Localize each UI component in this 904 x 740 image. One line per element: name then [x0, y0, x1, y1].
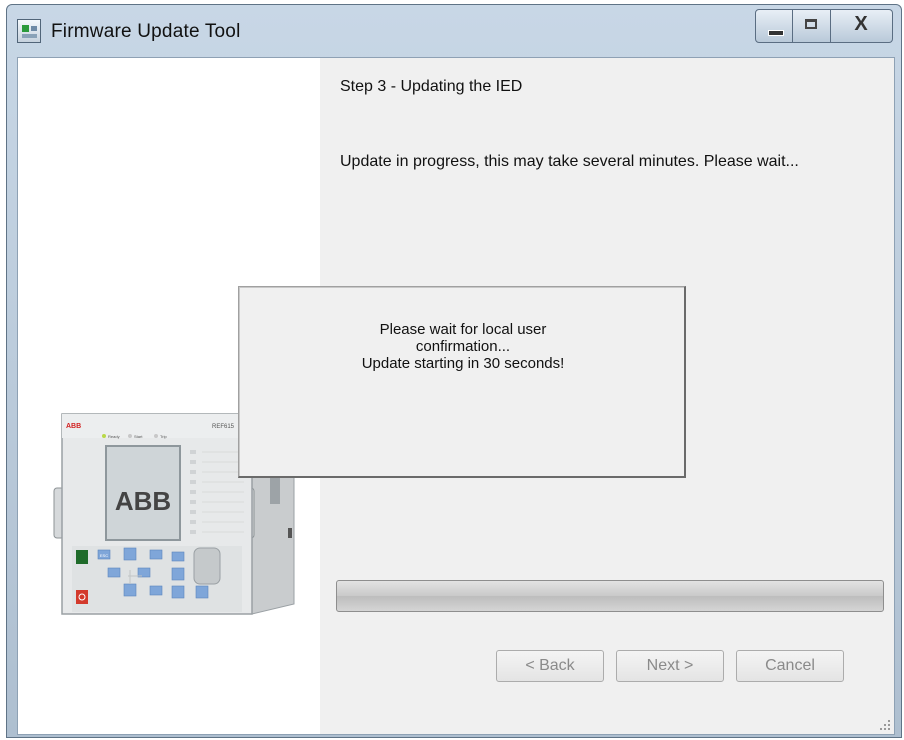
- dialog-line-2: confirmation...: [415, 338, 511, 355]
- confirmation-dialog: Please wait for local user confirmation.…: [238, 286, 686, 478]
- dialog-line-1: Please wait for local user: [379, 321, 547, 338]
- device-model-label: REF615: [212, 424, 235, 430]
- progress-message: Update in progress, this may take severa…: [340, 153, 799, 170]
- dialog-line-3: Update starting in 30 seconds!: [361, 355, 565, 372]
- device-key-esc: ESC: [100, 553, 108, 558]
- device-brand-label: ABB: [66, 423, 81, 430]
- next-button[interactable]: Next >: [616, 650, 724, 682]
- device-screen-logo: ABB: [115, 486, 171, 516]
- maximize-icon: [805, 19, 817, 29]
- update-progress-bar: [336, 580, 884, 612]
- maximize-button[interactable]: [793, 9, 831, 43]
- back-button[interactable]: < Back: [496, 650, 604, 682]
- application-window: Firmware Update Tool X ABB REF615 Ready …: [6, 4, 902, 738]
- resize-grip[interactable]: [880, 720, 890, 730]
- led-label-ready: Ready: [108, 434, 120, 439]
- window-title: Firmware Update Tool: [51, 21, 241, 42]
- step-title: Step 3 - Updating the IED: [340, 78, 523, 95]
- wizard-client-area: ABB REF615 Ready Start Trip ABB ESC Step…: [17, 57, 895, 735]
- app-icon: [17, 19, 41, 43]
- close-icon: X: [854, 13, 868, 35]
- minimize-button[interactable]: [755, 9, 793, 43]
- led-label-start: Start: [134, 434, 143, 439]
- close-button[interactable]: X: [831, 9, 893, 43]
- confirmation-dialog-text: Please wait for local user confirmation.…: [239, 321, 687, 372]
- led-label-trip: Trip: [160, 434, 168, 439]
- title-bar[interactable]: Firmware Update Tool X: [7, 5, 901, 57]
- cancel-button[interactable]: Cancel: [736, 650, 844, 682]
- minimize-icon: [768, 30, 784, 36]
